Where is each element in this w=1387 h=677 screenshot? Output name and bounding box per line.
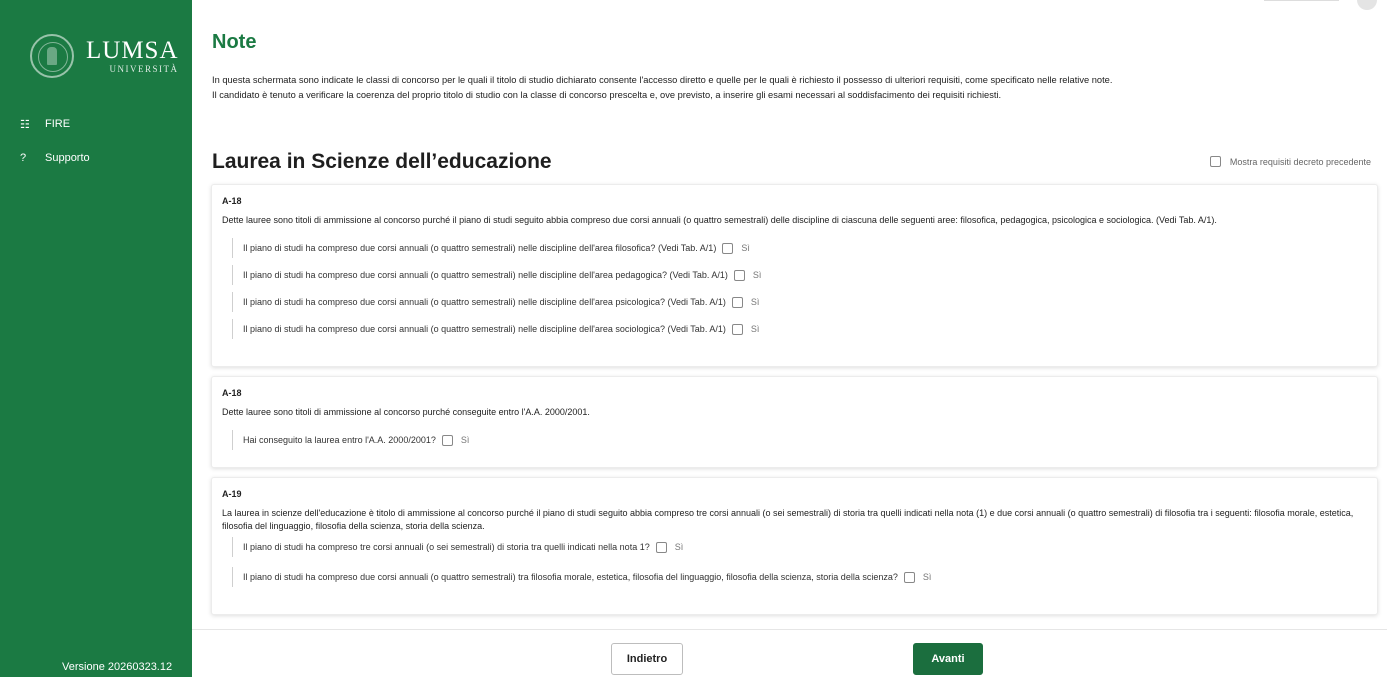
requirement-card-a18-anno: A-18 Dette lauree sono titoli di ammissi…	[211, 376, 1378, 468]
answer-checkbox[interactable]	[655, 541, 667, 553]
note-title: Note	[212, 31, 257, 53]
answer-label: Sì	[750, 324, 760, 334]
brand-subtitle: UNIVERSITÀ	[109, 64, 179, 74]
requirement-card-a18-aree: A-18 Dette lauree sono titoli di ammissi…	[211, 184, 1378, 367]
show-previous-decree-label: Mostra requisiti decreto precedente	[1229, 156, 1371, 167]
brand-name: LUMSA	[86, 37, 179, 64]
answer-checkbox[interactable]	[731, 323, 743, 335]
sidebar-nav: ☷ FIRE ? Supporto	[0, 116, 192, 184]
answer-checkbox[interactable]	[441, 434, 453, 446]
question-text: Il piano di studi ha compreso due corsi …	[243, 324, 726, 334]
question-row: Il piano di studi ha compreso due corsi …	[232, 292, 1377, 312]
answer-checkbox[interactable]	[733, 269, 745, 281]
section-title: Laurea in Scienze dell’educazione	[212, 150, 552, 173]
question-text: Il piano di studi ha compreso due corsi …	[243, 243, 717, 253]
university-seal-icon	[30, 34, 74, 78]
show-previous-decree-toggle[interactable]: Mostra requisiti decreto precedente	[1209, 156, 1371, 167]
question-text: Il piano di studi ha compreso due corsi …	[243, 270, 728, 280]
version-label: Versione 20260323.12	[62, 661, 173, 673]
answer-label: Sì	[750, 297, 760, 307]
note-text: In questa schermata sono indicate le cla…	[212, 73, 1372, 103]
sidebar-item-label: FIRE	[45, 118, 71, 130]
question-text: Hai conseguito la laurea entro l'A.A. 20…	[243, 435, 436, 445]
question-row: Hai conseguito la laurea entro l'A.A. 20…	[232, 430, 1377, 450]
question-text: Il piano di studi ha compreso tre corsi …	[243, 542, 650, 552]
question-text: Il piano di studi ha compreso due corsi …	[243, 297, 726, 307]
question-row: Il piano di studi ha compreso due corsi …	[232, 238, 1377, 258]
card-description: Dette lauree sono titoli di ammissione a…	[222, 215, 1217, 225]
top-divider	[1264, 0, 1339, 1]
card-description: Dette lauree sono titoli di ammissione a…	[222, 407, 590, 417]
help-icon: ?	[20, 152, 27, 164]
card-code: A-18	[222, 196, 242, 206]
brand-text: LUMSA UNIVERSITÀ	[86, 37, 179, 75]
question-row: Il piano di studi ha compreso tre corsi …	[232, 537, 1377, 557]
sidebar: LUMSA UNIVERSITÀ ☷ FIRE ? Supporto Versi…	[0, 0, 192, 677]
note-line-2: Il candidato è tenuto a verificare la co…	[212, 90, 1002, 100]
answer-label: Sì	[922, 572, 932, 582]
answer-label: Sì	[752, 270, 762, 280]
show-previous-decree-checkbox[interactable]	[1209, 156, 1221, 167]
main-content: Note In questa schermata sono indicate l…	[192, 0, 1387, 677]
requirement-card-a19: A-19 La laurea in scienze dell'educazion…	[211, 477, 1378, 615]
note-line-1: In questa schermata sono indicate le cla…	[212, 75, 1113, 85]
card-description: La laurea in scienze dell'educazione è t…	[222, 508, 1354, 531]
user-avatar[interactable]	[1357, 0, 1377, 10]
question-text: Il piano di studi ha compreso due corsi …	[243, 572, 898, 582]
question-row: Il piano di studi ha compreso due corsi …	[232, 319, 1377, 339]
answer-checkbox[interactable]	[722, 242, 734, 254]
back-button[interactable]: Indietro	[611, 643, 683, 675]
lumsa-logo[interactable]: LUMSA UNIVERSITÀ	[30, 34, 179, 78]
sidebar-item-supporto[interactable]: ? Supporto	[0, 150, 192, 166]
question-row: Il piano di studi ha compreso due corsi …	[232, 265, 1377, 285]
card-code: A-18	[222, 388, 242, 398]
question-row: Il piano di studi ha compreso due corsi …	[232, 567, 1377, 587]
card-code: A-19	[222, 489, 242, 499]
answer-label: Sì	[674, 542, 684, 552]
footer-bar: Indietro Avanti	[192, 629, 1387, 677]
next-button[interactable]: Avanti	[913, 643, 983, 675]
answer-checkbox[interactable]	[731, 296, 743, 308]
list-icon: ☷	[20, 118, 30, 131]
answer-label: Sì	[460, 435, 470, 445]
sidebar-item-fire[interactable]: ☷ FIRE	[0, 116, 192, 132]
sidebar-item-label: Supporto	[45, 152, 90, 164]
answer-checkbox[interactable]	[903, 571, 915, 583]
answer-label: Sì	[741, 243, 750, 253]
